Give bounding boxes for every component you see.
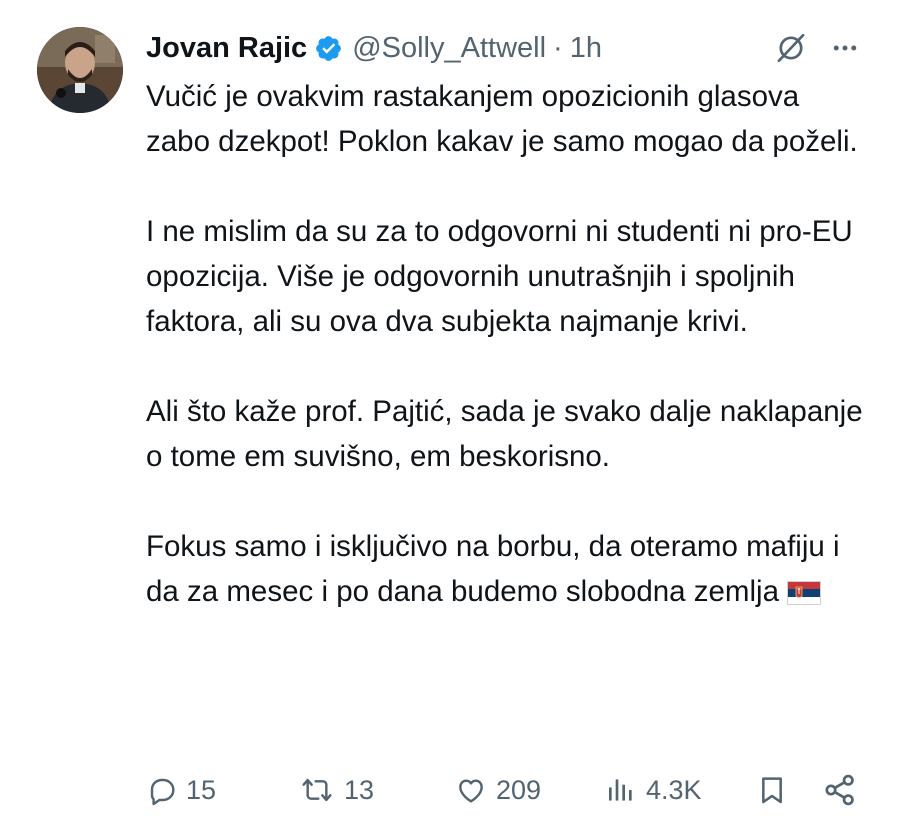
like-button[interactable]: 209 [454, 768, 541, 812]
reply-button[interactable]: 15 [146, 768, 216, 812]
verified-badge-icon[interactable] [314, 34, 343, 63]
serbia-flag-icon [787, 573, 822, 605]
separator-dot: · [553, 31, 563, 64]
like-icon [454, 774, 488, 806]
bookmark-button[interactable] [756, 768, 788, 812]
handle[interactable]: @Solly_Attwell [352, 32, 546, 65]
tweet-paragraph-last: Fokus samo i isključivo na borbu, da ote… [146, 524, 866, 614]
share-icon [822, 772, 858, 808]
tweet-paragraph: Fokus samo i isključivo na borbu, da ote… [146, 530, 840, 608]
share-button[interactable] [822, 768, 858, 812]
tweet-paragraph: I ne mislim da su za to odgovorni ni stu… [146, 215, 853, 338]
more-icon[interactable] [830, 33, 860, 63]
tweet-paragraph: Ali što kaže prof. Pajtić, sada je svako… [146, 395, 863, 473]
views-count: 4.3K [646, 774, 702, 805]
views-button[interactable]: 4.3K [604, 768, 702, 812]
tweet-header: Jovan Rajic @Solly_Attwell · 1h [146, 30, 860, 66]
display-name[interactable]: Jovan Rajic [146, 32, 307, 65]
like-count: 209 [496, 774, 542, 805]
header-actions [774, 30, 860, 66]
repost-button[interactable]: 13 [298, 768, 374, 812]
repost-count: 13 [344, 774, 375, 805]
grok-icon[interactable] [774, 31, 808, 65]
avatar-photo [37, 27, 123, 113]
action-bar: 15 13 209 4.3K [146, 768, 862, 812]
reply-icon [146, 774, 178, 806]
tweet-text: Vučić je ovakvim rastakanjem opozicionih… [146, 74, 866, 614]
tweet-paragraph: Vučić je ovakvim rastakanjem opozicionih… [146, 80, 858, 158]
repost-icon [298, 774, 336, 806]
avatar[interactable] [37, 27, 123, 113]
reply-count: 15 [186, 774, 217, 805]
timestamp[interactable]: 1h [570, 32, 602, 65]
views-icon [604, 774, 638, 806]
bookmark-icon [756, 773, 788, 807]
